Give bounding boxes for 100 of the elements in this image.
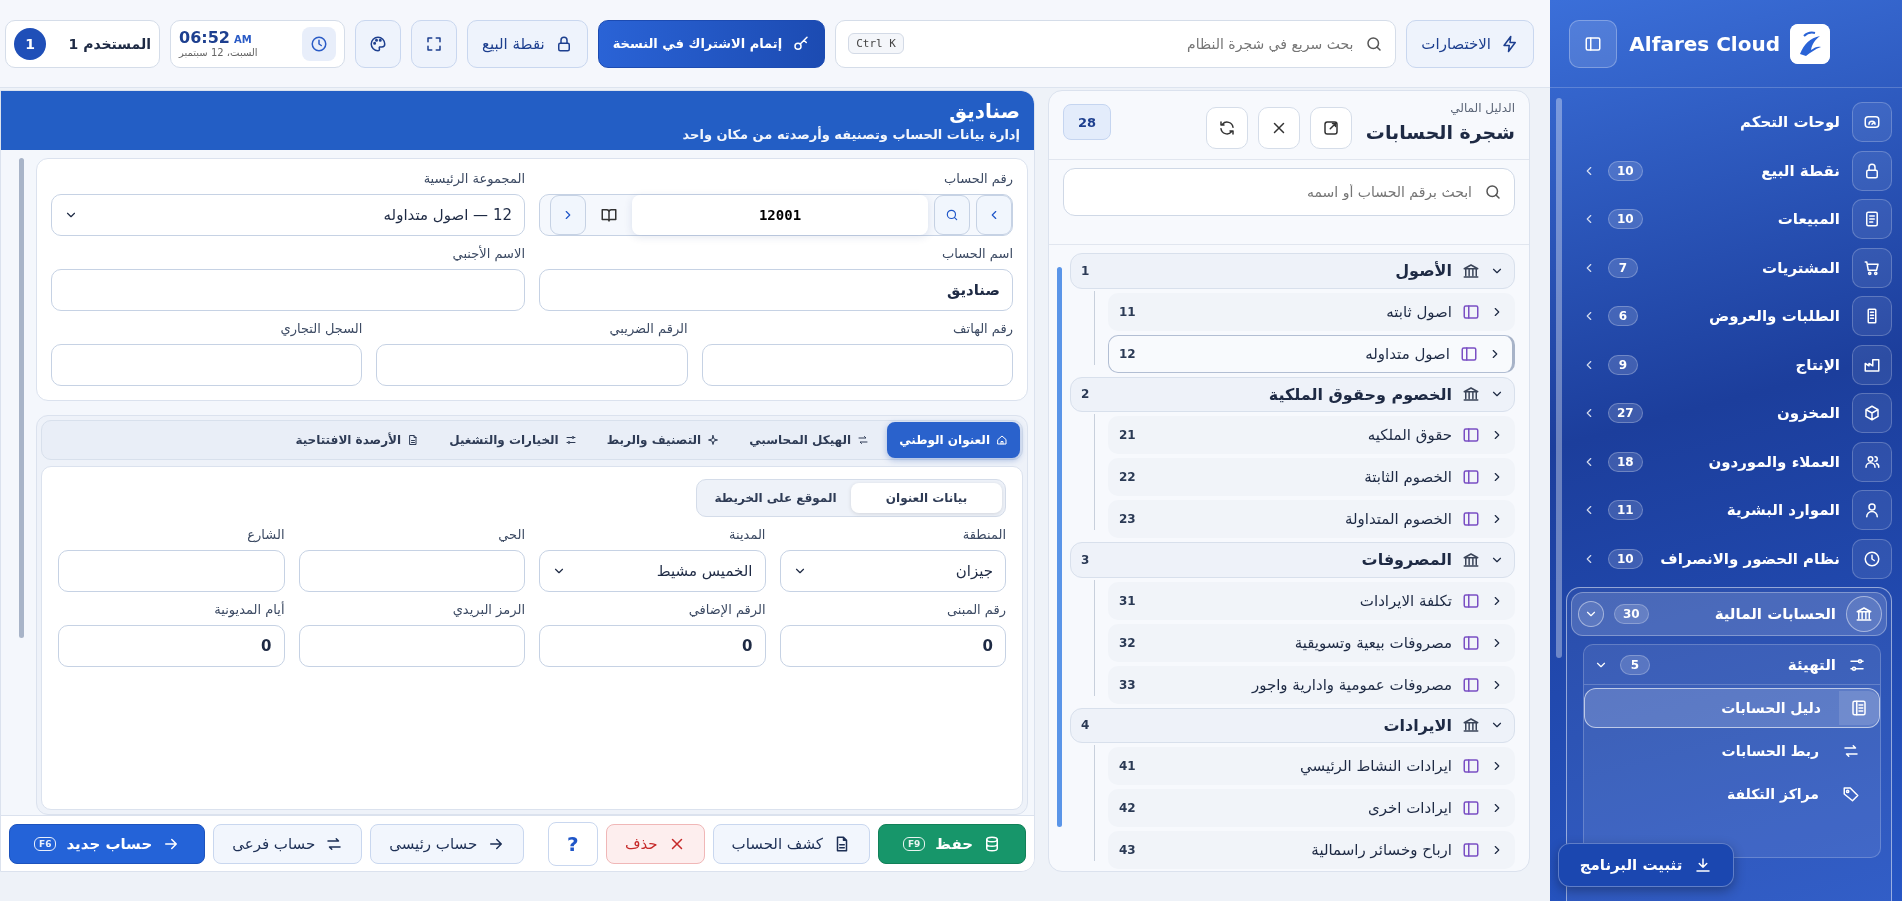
list-icon — [1852, 296, 1892, 337]
count-badge: 7 — [1608, 257, 1638, 278]
sidebar-item[interactable]: الحسابات المالية — [1658, 605, 1836, 623]
menu-item-highlight[interactable]: دليل الحسابات — [1584, 688, 1880, 728]
text-field[interactable]: 0 — [58, 625, 285, 667]
account-code: 32 — [1119, 635, 1136, 650]
menu-item-highlight[interactable]: ربط الحسابات — [1584, 731, 1880, 771]
text-field[interactable] — [58, 550, 285, 592]
sidebar-toggle-icon — [1462, 757, 1480, 775]
sidebar-item[interactable]: العملاء والموردون — [1654, 452, 1840, 471]
tab[interactable]: الهيكل المحاسبي — [737, 422, 882, 458]
text-field[interactable]: صناديق — [539, 269, 1013, 311]
field-label: المدينة — [728, 527, 766, 542]
sidebar-toggle-icon — [1460, 344, 1478, 363]
user-name: المستخدم 1 — [68, 35, 151, 52]
scrollbar[interactable] — [1057, 267, 1062, 827]
sidebar-item[interactable]: المخزون — [1654, 404, 1840, 423]
account-number-field[interactable]: 12001 — [632, 195, 928, 235]
segment-tab[interactable]: بيانات العنوان — [851, 483, 1002, 513]
scrollbar[interactable] — [19, 158, 24, 638]
field-label: المنطقة — [961, 527, 1006, 542]
shortcuts-button[interactable]: الاختصارات — [1406, 19, 1534, 68]
create-account-button[interactable]: حساب رئيسى — [370, 823, 525, 864]
search-icon — [1365, 34, 1384, 53]
account-code: 41 — [1119, 759, 1136, 773]
sidebar-item[interactable]: نقطة البيع — [1654, 161, 1840, 180]
download-icon — [1694, 856, 1713, 874]
sidebar-toggle-icon — [1462, 426, 1480, 444]
tab[interactable]: العنوان الوطني — [887, 422, 1020, 458]
sidebar-toggle-icon — [1462, 799, 1480, 817]
field-label: الرقم الإضافي — [687, 602, 766, 617]
account-code: 12 — [1119, 346, 1136, 361]
sidebar-item[interactable]: الإنتاج — [1650, 355, 1840, 374]
text-field[interactable] — [298, 550, 525, 592]
search-field[interactable]: بحث سريع في شجرة النظام — [913, 34, 1356, 53]
pos-button[interactable]: نقطة البيع — [467, 19, 588, 68]
sidebar-toggle-icon — [1462, 633, 1480, 652]
refresh-button[interactable] — [1205, 107, 1248, 149]
sidebar-toggle-icon — [1462, 510, 1480, 528]
sidebar-toggle-icon — [1462, 468, 1480, 486]
install-button[interactable]: تثبيت البرنامج — [1558, 843, 1734, 887]
count-badge: 9 — [1608, 354, 1638, 375]
account-code: 2 — [1081, 387, 1090, 402]
bank-icon — [1462, 261, 1480, 280]
field-label: الرمز البريدي — [451, 602, 525, 617]
search-icon — [1484, 183, 1502, 201]
sidebar-item[interactable]: المشتريات — [1650, 258, 1840, 277]
user-avatar: 1 — [14, 27, 46, 60]
text-field[interactable] — [701, 344, 1013, 386]
text-field[interactable] — [376, 344, 688, 386]
tree-group-name: الأصول — [1394, 261, 1452, 281]
clock-meridiem: AM — [233, 33, 252, 46]
field-label: الحي — [497, 527, 525, 542]
scrollbar[interactable] — [1556, 98, 1562, 658]
palette-button[interactable] — [355, 19, 401, 68]
close-button[interactable] — [1257, 107, 1300, 149]
select-field[interactable]: الخميس مشيط — [539, 550, 766, 592]
sidebar-item[interactable]: الطلبات والعروض — [1650, 307, 1840, 326]
select-field[interactable]: جيزان — [779, 550, 1006, 592]
text-field[interactable] — [51, 269, 525, 311]
bank-icon — [1462, 716, 1480, 735]
subscribe-button[interactable]: إتمام الاشتراك في النسخة — [597, 19, 826, 68]
sidebar-item[interactable]: الموارد البشرية — [1654, 501, 1840, 520]
database-icon — [983, 834, 1001, 853]
create-account-button[interactable]: حساب فرعى — [213, 823, 363, 864]
select-field[interactable]: 12 — اصول متداوله — [51, 194, 525, 236]
count-badge: 11 — [1608, 500, 1643, 521]
tree-item: الخصوم المتداولة — [1343, 510, 1452, 528]
segment-tab[interactable]: الموقع على الخريطة — [700, 483, 851, 513]
help-button[interactable]: ? — [547, 821, 598, 866]
statement-button[interactable]: كشف الحساب — [712, 823, 870, 864]
text-field[interactable] — [298, 625, 525, 667]
tab[interactable]: الأرصدة الافتتاحية — [283, 422, 432, 458]
fullscreen-icon — [425, 34, 443, 53]
text-field[interactable] — [51, 344, 363, 386]
account-number-bar[interactable]: 12001 — [539, 194, 1013, 236]
text-field[interactable]: 0 — [779, 625, 1006, 667]
sidebar-item[interactable]: المبيعات — [1654, 210, 1840, 229]
clock-icon — [1852, 538, 1892, 579]
menu-item-highlight[interactable]: مراكز التكلفة — [1584, 774, 1880, 814]
clock-time: 06:52 — [179, 28, 230, 47]
tag-icon — [1842, 785, 1860, 803]
sidebar-toggle-button[interactable] — [1569, 19, 1617, 68]
book-icon[interactable] — [600, 206, 618, 224]
delete-button[interactable]: حذف — [605, 823, 705, 864]
sidebar-item[interactable]: التهيئة — [1662, 655, 1836, 674]
external-link-button[interactable] — [1309, 107, 1352, 149]
panel-caption: الدليل المالي — [1450, 101, 1515, 115]
sidebar-item[interactable]: نظام الحضور والانصراف — [1654, 549, 1840, 568]
sidebar-toggle-icon — [1462, 302, 1480, 321]
account-code: 11 — [1119, 304, 1136, 319]
fullscreen-button[interactable] — [411, 19, 457, 68]
form-subtitle: إدارة بيانات الحساب وتصنيفه وأرصدته من مكان واحد — [682, 127, 1020, 142]
tree-item: اصول ثابته — [1385, 302, 1452, 321]
text-field[interactable]: 0 — [539, 625, 766, 667]
count-badge: 10 — [1608, 209, 1643, 230]
tab[interactable]: التصنيف والربط — [594, 422, 732, 458]
tree-item: مصروفات عمومية وادارية واجور — [1250, 675, 1452, 694]
sidebar-item[interactable]: لوحات التحكم — [1576, 113, 1840, 132]
tab[interactable]: الخيارات والتشغيل — [437, 422, 589, 458]
